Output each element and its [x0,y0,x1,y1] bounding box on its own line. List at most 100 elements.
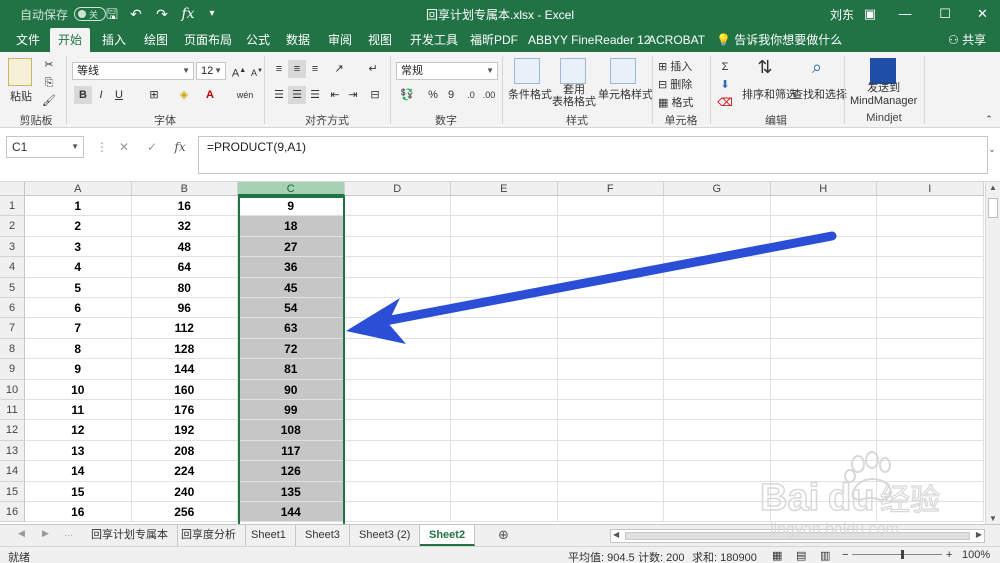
cell-i6[interactable] [877,298,984,319]
sort-filter-button[interactable]: 排序和筛选 [742,86,797,102]
row-header[interactable]: 14 [0,461,25,482]
cell-b8[interactable]: 128 [131,338,238,360]
cell-g9[interactable] [664,359,771,380]
cell-f3[interactable] [557,236,664,258]
cell-a6[interactable]: 6 [25,298,132,319]
sort-filter-icon[interactable]: ⇅ [752,58,778,84]
increase-indent-icon[interactable]: ⇥ [344,86,362,104]
cell-d16[interactable] [344,502,451,523]
cell-d6[interactable] [344,298,451,319]
cell-h10[interactable] [770,379,877,400]
cell-i2[interactable] [877,216,984,237]
zoom-slider-track[interactable] [852,554,942,555]
cell-styles-icon[interactable] [610,58,636,84]
row-header[interactable]: 7 [0,318,25,339]
conditional-format-button[interactable]: 条件格式 [508,86,552,102]
sheet-tab[interactable]: 回享计划专属本 [82,525,178,546]
zoom-level[interactable]: 100% [962,549,990,561]
decrease-decimal-icon[interactable]: .00 [480,86,498,104]
increase-font-icon[interactable]: A▲ [230,62,248,80]
align-bottom-icon[interactable]: ≡ [306,60,324,78]
cell-b15[interactable]: 240 [131,481,238,502]
cell-a11[interactable]: 11 [25,400,132,421]
cell-e6[interactable] [451,298,558,319]
cell-g6[interactable] [664,298,771,319]
cell-c12[interactable]: 108 [238,420,345,441]
tell-me-search[interactable]: 💡 告诉我你想要做什么 [708,28,850,52]
row-header[interactable]: 1 [0,196,25,217]
cell-d15[interactable] [344,481,451,502]
cell-g11[interactable] [664,400,771,421]
tab-page-layout[interactable]: 页面布局 [176,28,240,52]
cell-d2[interactable] [344,216,451,237]
cell-a1[interactable]: 1 [25,196,132,217]
tab-view[interactable]: 视图 [360,28,400,52]
cell-g10[interactable] [664,379,771,400]
font-size-select[interactable]: 12 ▼ [196,62,226,80]
row-header[interactable]: 10 [0,379,25,400]
cell-a3[interactable]: 3 [25,236,132,258]
row-header[interactable]: 8 [0,338,25,360]
cell-e8[interactable] [451,338,558,360]
cell-c14[interactable]: 126 [238,461,345,482]
select-all-corner[interactable] [0,182,25,196]
cell-d12[interactable] [344,420,451,441]
percent-button[interactable]: % [424,86,442,104]
vertical-scroll-thumb[interactable] [988,198,998,218]
wrap-text-icon[interactable]: ↵ [364,60,382,78]
horizontal-scroll-thumb[interactable] [625,532,970,540]
cell-f15[interactable] [557,481,664,502]
cell-a9[interactable]: 9 [25,359,132,380]
tab-home[interactable]: 开始 [50,28,91,52]
cell-b6[interactable]: 96 [131,298,238,319]
cell-c4[interactable]: 36 [238,257,345,278]
cell-styles-button[interactable]: 单元格样式 [598,86,653,102]
cell-c16[interactable]: 144 [238,502,345,523]
cell-g12[interactable] [664,420,771,441]
cell-d14[interactable] [344,461,451,482]
align-top-icon[interactable]: ≡ [270,60,288,78]
cell-d11[interactable] [344,400,451,421]
cell-f12[interactable] [557,420,664,441]
column-header-h[interactable]: H [770,182,877,196]
cell-i8[interactable] [877,338,984,360]
cell-e13[interactable] [451,440,558,462]
cell-e7[interactable] [451,318,558,339]
maximize-button[interactable]: ☐ [925,0,965,28]
cell-a7[interactable]: 7 [25,318,132,339]
prev-sheet-icon[interactable]: ◀ [18,528,25,539]
cell-g7[interactable] [664,318,771,339]
cell-e3[interactable] [451,236,558,258]
cell-a14[interactable]: 14 [25,461,132,482]
insert-cells-button[interactable]: ⊞ 插入 [658,58,692,74]
cell-a15[interactable]: 15 [25,481,132,502]
cell-c6[interactable]: 54 [238,298,345,319]
italic-button[interactable]: I [92,86,110,104]
zoom-in-icon[interactable]: + [946,549,952,561]
cell-d13[interactable] [344,440,451,462]
column-header-d[interactable]: D [344,182,451,196]
name-box[interactable]: C1 ▼ [6,136,84,158]
autosum-icon[interactable]: Σ [716,58,734,76]
cell-h11[interactable] [770,400,877,421]
ribbon-display-icon[interactable]: ▣ [855,0,885,28]
mindmanager-icon[interactable] [870,58,896,84]
cell-f8[interactable] [557,338,664,360]
cell-b16[interactable]: 256 [131,502,238,523]
cell-b3[interactable]: 48 [131,236,238,258]
cell-h8[interactable] [770,338,877,360]
collapse-ribbon-icon[interactable]: ⌃ [980,110,998,128]
row-header[interactable]: 15 [0,481,25,502]
cell-h6[interactable] [770,298,877,319]
sheet-tab[interactable]: Sheet3 (2) [350,525,421,546]
align-right-icon[interactable]: ☰ [306,86,324,104]
borders-icon[interactable]: ⊞ [145,86,163,104]
phonetic-icon[interactable]: wén [232,86,258,104]
orientation-icon[interactable]: ↗ [330,60,348,78]
cell-i1[interactable] [877,196,984,217]
format-as-table-button[interactable]: 套用 表格格式 [552,84,596,108]
expand-formula-bar-icon[interactable]: ⌄ [986,138,998,160]
formula-input[interactable]: =PRODUCT(9,A1) [198,136,988,174]
cell-a13[interactable]: 13 [25,440,132,462]
comma-style-button[interactable]: 9 [442,86,460,104]
